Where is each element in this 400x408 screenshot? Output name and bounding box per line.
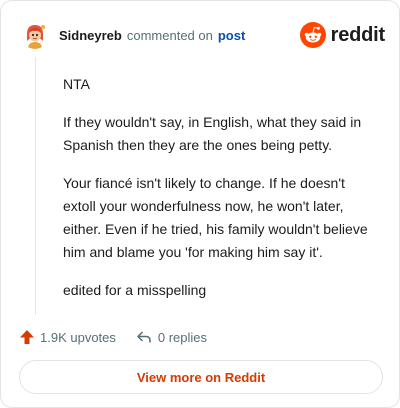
upvote-button[interactable]: 1.9K upvotes	[19, 329, 116, 345]
comment-actions: 1.9K upvotes 0 replies	[19, 327, 207, 347]
comment-header: Sidneyreb commented on post reddit	[21, 21, 385, 49]
comment-meta: Sidneyreb commented on post	[59, 28, 245, 43]
comment-paragraph: NTA	[63, 76, 90, 92]
reply-icon	[137, 331, 151, 343]
comment-paragraph: edited for a misspelling	[63, 282, 207, 298]
comment-paragraph: Your fiancé isn't likely to change. If h…	[63, 175, 368, 260]
user-avatar-icon[interactable]	[21, 21, 49, 49]
comment-body: NTA If they wouldn't say, in English, wh…	[63, 73, 381, 317]
view-more-button[interactable]: View more on Reddit	[19, 360, 383, 394]
upvote-arrow-icon	[20, 330, 34, 344]
reply-button[interactable]: 0 replies	[136, 329, 207, 345]
reply-count: 0 replies	[157, 329, 208, 345]
action-text: commented on	[126, 27, 213, 43]
thread-line	[35, 57, 36, 315]
username-link[interactable]: Sidneyreb	[59, 28, 122, 43]
reddit-logo[interactable]: reddit	[299, 21, 386, 49]
comment-paragraph: If they wouldn't say, in English, what t…	[63, 114, 362, 153]
upvote-count: 1.9K upvotes	[40, 329, 116, 345]
reddit-logo-icon	[299, 22, 326, 48]
logo-text: reddit	[330, 23, 386, 46]
post-link[interactable]: post	[218, 28, 245, 43]
comment-card: Sidneyreb commented on post reddit NTA I…	[0, 0, 400, 408]
